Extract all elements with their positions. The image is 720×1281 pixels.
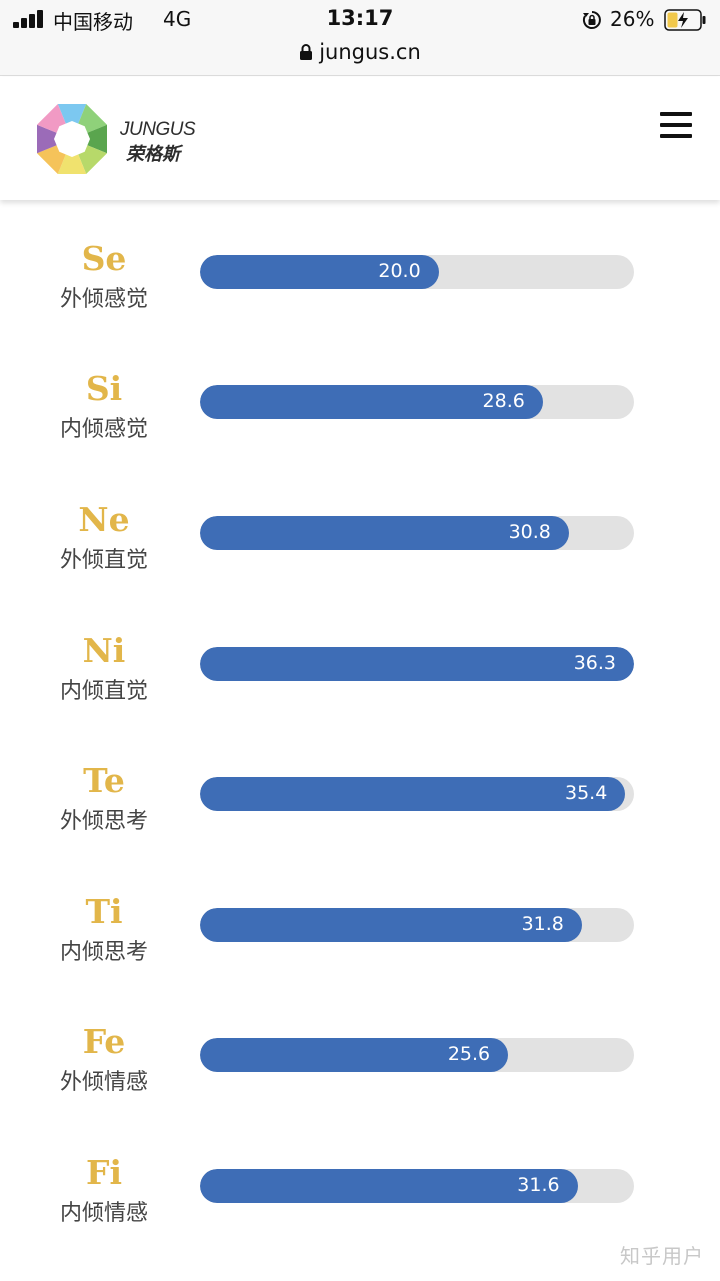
function-name: 内倾情感 bbox=[59, 1201, 148, 1226]
site-header: JUNGUS 荣格斯 bbox=[0, 77, 720, 200]
score-bar-fill: 25.6 bbox=[200, 1038, 509, 1072]
function-row-se: Se 外倾感觉 20.0 bbox=[0, 239, 720, 355]
function-name: 外倾感觉 bbox=[59, 287, 148, 312]
function-name: 内倾思考 bbox=[59, 940, 148, 965]
score-bar-fill: 36.3 bbox=[200, 647, 634, 681]
score-bar-track: 31.8 bbox=[200, 908, 634, 942]
score-bar-track: 28.6 bbox=[200, 385, 634, 419]
score-value: 30.8 bbox=[508, 521, 551, 543]
score-value: 31.6 bbox=[517, 1174, 560, 1196]
score-bar-fill: 30.8 bbox=[200, 516, 569, 550]
function-code: Fe bbox=[82, 1022, 126, 1061]
watermark: 知乎用户 bbox=[620, 1244, 704, 1268]
hamburger-menu-icon[interactable] bbox=[660, 112, 692, 140]
score-value: 35.4 bbox=[565, 782, 608, 804]
function-code: Se bbox=[81, 239, 127, 278]
function-row-si: Si 内倾感觉 28.6 bbox=[0, 369, 720, 485]
function-name: 外倾情感 bbox=[59, 1070, 148, 1095]
score-value: 25.6 bbox=[447, 1043, 491, 1065]
score-bar-track: 30.8 bbox=[200, 516, 634, 550]
function-row-ni: Ni 内倾直觉 36.3 bbox=[0, 631, 720, 747]
logo-text-cn: 荣格斯 bbox=[126, 144, 180, 165]
rotation-lock-icon bbox=[582, 11, 601, 29]
score-bar-track: 25.6 bbox=[200, 1038, 634, 1072]
score-bar-track: 31.6 bbox=[200, 1169, 634, 1203]
battery-percent: 26% bbox=[610, 7, 655, 31]
url-text: jungus.cn bbox=[319, 40, 421, 64]
score-bar-fill: 31.6 bbox=[200, 1169, 578, 1203]
lock-icon bbox=[300, 44, 313, 60]
score-bar-track: 36.3 bbox=[200, 647, 634, 681]
function-row-fe: Fe 外倾情感 25.6 bbox=[0, 1022, 720, 1138]
function-row-te: Te 外倾思考 35.4 bbox=[0, 761, 720, 877]
battery-icon bbox=[664, 9, 706, 31]
score-value: 31.8 bbox=[521, 913, 564, 935]
function-row-fi: Fi 内倾情感 31.6 bbox=[0, 1153, 720, 1269]
score-bar-fill: 35.4 bbox=[200, 777, 626, 811]
function-name: 外倾思考 bbox=[59, 809, 148, 834]
score-bar-fill: 28.6 bbox=[200, 385, 543, 419]
function-code: Si bbox=[85, 369, 123, 408]
logo-icon[interactable] bbox=[32, 99, 112, 179]
score-bar-track: 35.4 bbox=[200, 777, 634, 811]
score-value: 36.3 bbox=[573, 652, 616, 674]
function-row-ti: Ti 内倾思考 31.8 bbox=[0, 892, 720, 1008]
score-bar-fill: 20.0 bbox=[200, 255, 439, 289]
function-name: 内倾直觉 bbox=[59, 679, 148, 704]
function-code: Ni bbox=[82, 631, 126, 670]
score-value: 28.6 bbox=[482, 390, 525, 412]
function-code: Ti bbox=[85, 892, 123, 931]
status-bar: 中国移动 4G 13:17 26% bbox=[0, 0, 720, 40]
function-code: Fi bbox=[86, 1153, 122, 1192]
url-bar[interactable]: jungus.cn bbox=[0, 40, 720, 76]
function-name: 内倾感觉 bbox=[59, 417, 148, 442]
function-name: 外倾直觉 bbox=[59, 548, 148, 573]
function-row-ne: Ne 外倾直觉 30.8 bbox=[0, 500, 720, 616]
function-code: Te bbox=[83, 761, 125, 800]
score-value: 20.0 bbox=[378, 260, 421, 282]
score-bar-track: 20.0 bbox=[200, 255, 634, 289]
logo-text-en: JUNGUS bbox=[120, 119, 196, 140]
function-code: Ne bbox=[78, 500, 130, 539]
score-bar-fill: 31.8 bbox=[200, 908, 582, 942]
